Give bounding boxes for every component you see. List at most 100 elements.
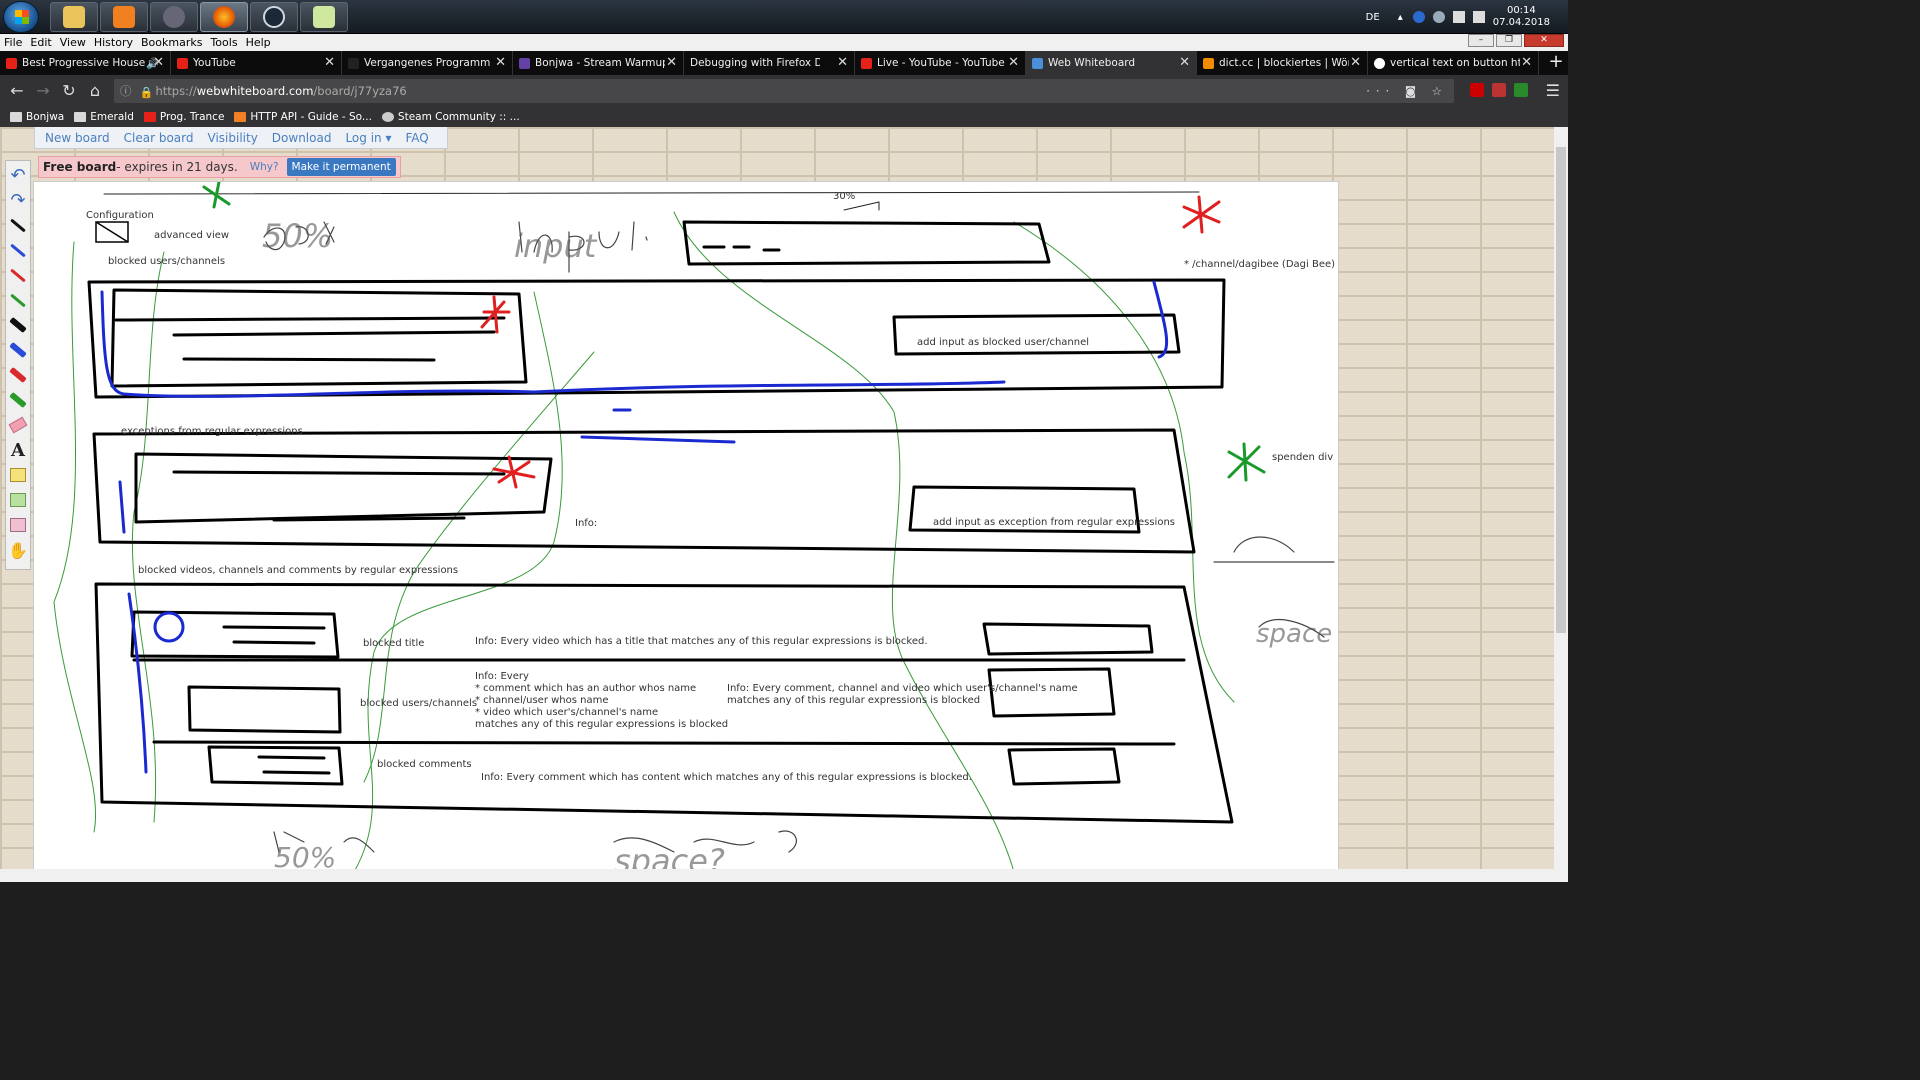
addon-icon[interactable] — [1492, 83, 1506, 97]
text-tool-button[interactable]: A — [6, 438, 30, 462]
hand-pan-button[interactable]: ✋ — [6, 538, 30, 562]
tab-bonjwa-stream[interactable]: Bonjwa - Stream Warmup n ✕ — [513, 51, 684, 75]
minimize-button[interactable]: – — [1468, 34, 1494, 47]
language-indicator[interactable]: DE — [1366, 12, 1380, 23]
taskbar-firefox[interactable] — [200, 2, 248, 32]
login-link[interactable]: Log in ▾ — [345, 131, 391, 145]
twitch-icon — [519, 57, 530, 69]
menu-bookmarks[interactable]: Bookmarks — [141, 36, 202, 49]
tab-label: Vergangenes Programm | B — [364, 57, 494, 69]
taskbar-notepad[interactable] — [300, 2, 348, 32]
tab-debugging-firefox[interactable]: Debugging with Firefox Develop ✕ — [684, 51, 855, 75]
make-permanent-button[interactable]: Make it permanent — [286, 158, 396, 176]
url-bar[interactable]: ⓘ 🔒 https://webwhiteboard.com/board/j77y… — [114, 79, 1454, 103]
horizontal-scrollbar[interactable] — [0, 869, 1554, 882]
board-exceptions-label: exceptions from regular expressions — [121, 426, 303, 437]
eraser-button[interactable] — [6, 413, 30, 437]
taskbar-steelseries[interactable] — [150, 2, 198, 32]
scrollbar-thumb[interactable] — [1556, 147, 1566, 633]
close-tab-icon[interactable]: ✕ — [1008, 55, 1019, 70]
bookmark-steam-community[interactable]: Steam Community :: ... — [381, 111, 520, 123]
taskbar-steam[interactable] — [250, 2, 298, 32]
pen-black-thin-button[interactable] — [6, 213, 30, 237]
volume-icon[interactable] — [1472, 11, 1485, 23]
close-tab-icon[interactable]: ✕ — [324, 55, 335, 70]
reload-button[interactable]: ↻ — [56, 79, 82, 103]
pen-red-thin-button[interactable] — [6, 263, 30, 287]
sticky-note-yellow-button[interactable] — [6, 463, 30, 487]
menu-file[interactable]: File — [4, 36, 22, 49]
taskbar-media-player[interactable] — [100, 2, 148, 32]
addon-icons — [1462, 83, 1528, 97]
tab-youtube[interactable]: YouTube ✕ — [171, 51, 342, 75]
sticky-note-green-button[interactable] — [6, 488, 30, 512]
hamburger-menu-icon[interactable]: ☰ — [1546, 81, 1560, 100]
board-info-title: Info: Every video which has a title that… — [475, 636, 928, 647]
menu-tools[interactable]: Tools — [210, 36, 237, 49]
bookmark-http-api[interactable]: HTTP API - Guide - So... — [234, 111, 372, 123]
clock[interactable]: 00:14 07.04.2018 — [1493, 5, 1550, 29]
tab-dictcc[interactable]: dict.cc | blockiertes | Wörterb✕ — [1197, 51, 1368, 75]
why-link[interactable]: Why? — [250, 161, 279, 173]
menu-edit[interactable]: Edit — [30, 36, 51, 49]
close-tab-icon[interactable]: ✕ — [495, 55, 506, 70]
tray-expand-icon[interactable]: ▴ — [1398, 12, 1403, 23]
tab-web-whiteboard[interactable]: Web Whiteboard ✕ — [1026, 51, 1197, 75]
tab-vergangenes-programm[interactable]: Vergangenes Programm | B ✕ — [342, 51, 513, 75]
board-drawing: 30% Configuration advanced view blocked … — [53, 180, 1335, 880]
network-icon[interactable] — [1452, 11, 1465, 23]
sticky-note-pink-button[interactable] — [6, 513, 30, 537]
close-window-button[interactable]: ✕ — [1524, 34, 1564, 47]
pen-blue-thick-button[interactable] — [6, 338, 30, 362]
visibility-link[interactable]: Visibility — [208, 131, 258, 145]
close-tab-icon[interactable]: ✕ — [153, 55, 164, 70]
vertical-scrollbar[interactable] — [1554, 127, 1568, 882]
google-icon — [1374, 57, 1385, 69]
close-tab-icon[interactable]: ✕ — [837, 55, 848, 70]
download-link[interactable]: Download — [272, 131, 332, 145]
new-board-link[interactable]: New board — [45, 131, 110, 145]
tab-label: Debugging with Firefox Develop — [690, 57, 820, 69]
windows-logo-icon — [15, 10, 29, 24]
addon-badge-icon[interactable] — [1514, 83, 1528, 97]
menu-view[interactable]: View — [60, 36, 86, 49]
bookmark-emerald[interactable]: Emerald — [74, 111, 134, 123]
close-tab-icon[interactable]: ✕ — [666, 55, 677, 70]
new-tab-button[interactable]: + — [1544, 51, 1568, 75]
tab-live-youtube[interactable]: Live - YouTube - YouTube ✕ — [855, 51, 1026, 75]
pen-red-thick-button[interactable] — [6, 363, 30, 387]
taskbar-explorer[interactable] — [50, 2, 98, 32]
close-tab-icon[interactable]: ✕ — [1350, 55, 1361, 70]
site-menu: New board Clear board Visibility Downloa… — [34, 127, 448, 149]
menu-help[interactable]: Help — [246, 36, 271, 49]
tray-app-icon[interactable] — [1412, 11, 1425, 23]
pen-blue-thin-button[interactable] — [6, 238, 30, 262]
pen-black-thick-button[interactable] — [6, 313, 30, 337]
tab-vertical-text[interactable]: vertical text on button html✕ — [1368, 51, 1539, 75]
ublock-icon[interactable] — [1470, 83, 1484, 97]
restore-button[interactable]: ❐ — [1496, 34, 1522, 47]
info-icon[interactable]: ⓘ — [120, 83, 132, 99]
forward-button[interactable]: → — [30, 79, 56, 103]
menu-history[interactable]: History — [94, 36, 133, 49]
redo-button[interactable]: ↷ — [6, 188, 30, 212]
pen-green-thin-button[interactable] — [6, 288, 30, 312]
back-button[interactable]: ← — [4, 79, 30, 103]
undo-button[interactable]: ↶ — [6, 163, 30, 187]
whiteboard-canvas[interactable]: 30% Configuration advanced view blocked … — [33, 180, 1339, 882]
close-tab-icon[interactable]: ✕ — [1179, 55, 1190, 70]
tab-label: Bonjwa - Stream Warmup n — [535, 57, 665, 69]
faq-link[interactable]: FAQ — [405, 131, 428, 145]
steam-tray-icon[interactable] — [1432, 11, 1445, 23]
tab-best-progressive-house[interactable]: Best Progressive House 🔊 ✕ — [0, 51, 171, 75]
start-button[interactable] — [3, 1, 39, 33]
close-tab-icon[interactable]: ✕ — [1521, 55, 1532, 70]
home-button[interactable]: ⌂ — [82, 79, 108, 103]
clear-board-link[interactable]: Clear board — [124, 131, 194, 145]
pen-green-thick-button[interactable] — [6, 388, 30, 412]
lock-icon[interactable]: 🔒 — [140, 86, 154, 99]
board-blocked-title-label: blocked title — [363, 638, 424, 649]
bookmark-prog-trance[interactable]: Prog. Trance — [143, 111, 224, 123]
bookmark-bonjwa[interactable]: Bonjwa — [10, 111, 64, 123]
page-actions[interactable]: ··· ◙ ☆ — [1366, 84, 1448, 98]
